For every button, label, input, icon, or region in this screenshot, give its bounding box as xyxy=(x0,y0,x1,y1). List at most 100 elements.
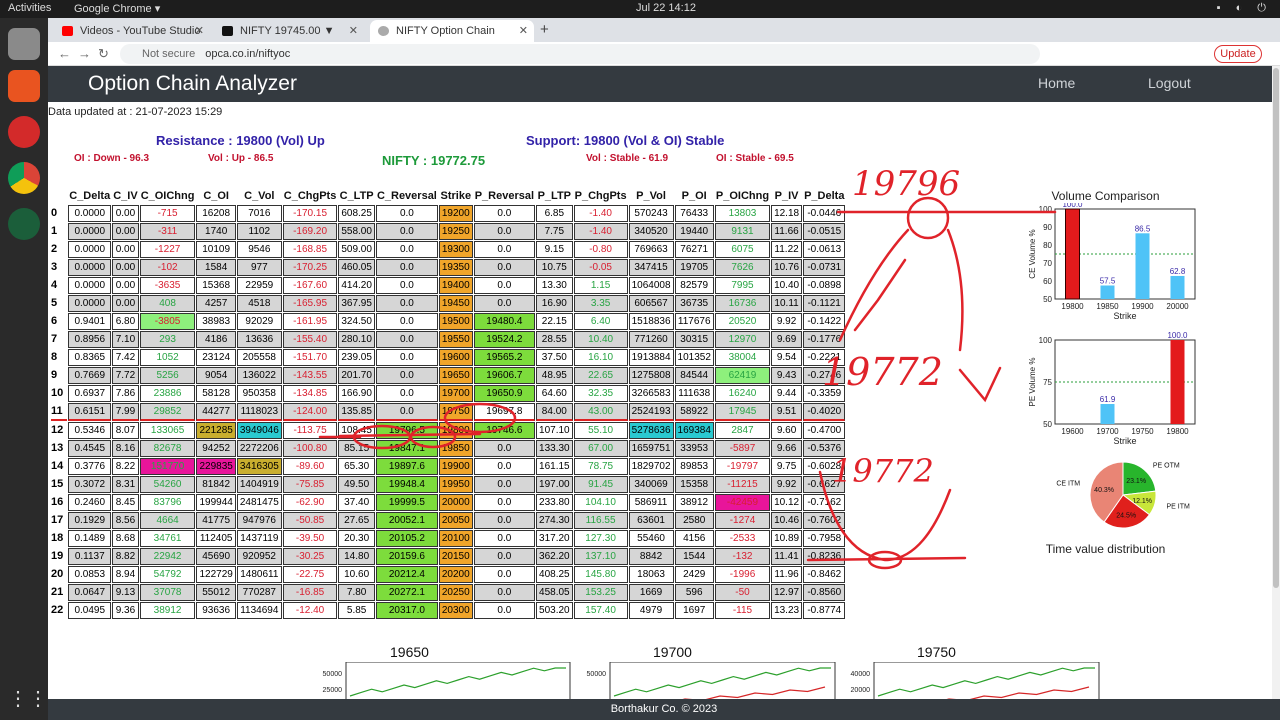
vivaldi-icon[interactable] xyxy=(8,116,40,148)
table-cell: -50.85 xyxy=(282,512,338,529)
table-row: 17 0.1929 8.56 4664 41775 947976 -50.85 27.65 20… xyxy=(51,512,846,529)
col-header[interactable]: P_OI xyxy=(675,188,714,204)
table-cell: 19948.4 xyxy=(375,476,438,493)
table-row: 15 0.3072 8.31 54260 81842 1404919 -75.85 49.50… xyxy=(51,476,846,493)
col-header[interactable]: P_LTP xyxy=(536,188,573,204)
forward-icon[interactable]: → xyxy=(78,46,91,61)
close-icon[interactable]: ✕ xyxy=(519,20,528,42)
col-header[interactable] xyxy=(51,188,67,204)
table-cell: 6075 xyxy=(714,241,771,258)
tab-tradingview[interactable]: NIFTY 19745.00 ▼ −1.17%✕ xyxy=(214,20,364,59)
files-icon[interactable] xyxy=(8,28,40,60)
x-tick-label: 19850 xyxy=(1096,302,1119,311)
not-secure-label[interactable]: Not secure xyxy=(142,48,195,60)
table-cell: 347415 xyxy=(628,259,674,276)
table-cell: -2533 xyxy=(714,530,771,547)
update-button[interactable]: Update xyxy=(1214,45,1262,63)
table-cell: -16.85 xyxy=(282,584,338,601)
col-header[interactable]: C_Vol xyxy=(237,188,282,204)
table-cell: 19796.5 xyxy=(375,422,438,439)
col-header[interactable]: C_Delta xyxy=(68,188,111,204)
table-cell: 151770 xyxy=(139,458,196,475)
table-cell: 19897.6 xyxy=(375,458,438,475)
resistance-text: Resistance : 19800 (Vol) Up xyxy=(156,133,325,148)
table-cell: 0.0853 xyxy=(68,566,112,583)
table-cell: 1829702 xyxy=(628,458,674,475)
table-cell: 28.55 xyxy=(536,331,573,348)
col-header[interactable]: C_LTP xyxy=(338,188,375,204)
table-cell: 16240 xyxy=(714,385,771,402)
col-header[interactable]: P_IV xyxy=(771,188,802,204)
new-tab-button[interactable]: + xyxy=(540,21,549,38)
table-cell: 4664 xyxy=(139,512,196,529)
table-cell: 20272.1 xyxy=(375,584,438,601)
col-header[interactable]: C_IV xyxy=(112,188,138,204)
clock[interactable]: Jul 22 14:12 xyxy=(636,2,696,14)
table-cell: 9.36 xyxy=(112,602,139,619)
tab-youtube[interactable]: Videos - YouTube Studio ✕ xyxy=(54,20,210,42)
mini-chart-frame xyxy=(345,662,571,702)
home-link[interactable]: Home xyxy=(1038,75,1075,91)
back-icon[interactable]: ← xyxy=(58,46,71,61)
col-header[interactable]: C_ChgPts xyxy=(283,188,338,204)
table-cell: 239.05 xyxy=(338,349,375,366)
table-cell: 83796 xyxy=(139,494,196,511)
software-icon[interactable] xyxy=(8,70,40,102)
app-grid-icon[interactable]: ⋮⋮ xyxy=(8,683,48,715)
app-menu[interactable]: Google Chrome ▾ xyxy=(74,2,160,15)
table-cell: -0.0898 xyxy=(803,277,846,294)
col-header[interactable]: P_Delta xyxy=(803,188,845,204)
col-header[interactable]: P_Reversal xyxy=(474,188,535,204)
table-cell: -0.80 xyxy=(573,241,628,258)
x-tick-label: 19600 xyxy=(1061,427,1084,436)
table-cell: 233.80 xyxy=(536,494,573,511)
table-cell: 112405 xyxy=(196,530,236,547)
col-header[interactable]: P_OIChng xyxy=(715,188,770,204)
table-cell: -0.3359 xyxy=(803,385,846,402)
table-cell: 58128 xyxy=(196,385,236,402)
table-cell: 19705 xyxy=(674,259,714,276)
col-header[interactable]: P_ChgPts xyxy=(574,188,628,204)
table-cell: 4257 xyxy=(196,295,236,312)
tab-option-chain[interactable]: NIFTY Option Chain ✕ xyxy=(370,20,534,42)
table-cell: 145.80 xyxy=(573,566,628,583)
table-cell: 16.10 xyxy=(573,349,628,366)
scrollbar[interactable] xyxy=(1272,66,1280,699)
table-cell: -0.1121 xyxy=(803,295,846,312)
close-icon[interactable]: ✕ xyxy=(195,20,204,42)
table-cell: -170.25 xyxy=(282,259,338,276)
system-tray[interactable]: ▪ ◐ ⏻ xyxy=(1217,2,1272,15)
y-tick-label: 75 xyxy=(1043,378,1052,387)
table-cell: -167.60 xyxy=(282,277,338,294)
col-header[interactable]: C_OIChng xyxy=(140,188,196,204)
scrollbar-thumb[interactable] xyxy=(1273,68,1279,588)
table-cell: 0.1137 xyxy=(68,548,112,565)
table-cell: 0.0 xyxy=(375,205,438,222)
table-row: 10 0.6937 7.86 23886 58128 950358 -134.85 166.9… xyxy=(51,385,846,402)
table-cell: 4979 xyxy=(628,602,674,619)
table-cell: 324.50 xyxy=(338,313,375,330)
chrome-icon[interactable] xyxy=(8,162,40,194)
table-cell: 22 xyxy=(51,604,64,616)
table-cell: 0.0 xyxy=(375,403,438,421)
close-icon[interactable]: ✕ xyxy=(349,20,358,42)
obs-icon[interactable] xyxy=(8,208,40,240)
table-cell: 199944 xyxy=(196,494,236,511)
activities-button[interactable]: Activities xyxy=(8,2,51,14)
col-header[interactable]: C_Reversal xyxy=(376,188,438,204)
col-header[interactable]: C_OI xyxy=(196,188,235,204)
col-header[interactable]: P_Vol xyxy=(629,188,674,204)
table-cell: 0.0 xyxy=(473,530,536,547)
reload-icon[interactable]: ↻ xyxy=(98,46,109,62)
table-cell: -0.4700 xyxy=(803,422,846,439)
logout-link[interactable]: Logout xyxy=(1148,75,1191,91)
table-cell: 44277 xyxy=(196,403,236,421)
col-header[interactable]: Strike xyxy=(439,188,473,204)
brand-title[interactable]: Option Chain Analyzer xyxy=(88,72,297,96)
table-cell: 13636 xyxy=(236,331,282,348)
table-cell: -19797 xyxy=(714,458,771,475)
table-cell: 10.76 xyxy=(771,259,803,276)
url-input[interactable]: Not secure opca.co.in/niftyoc xyxy=(120,44,1040,64)
table-cell: 82579 xyxy=(674,277,714,294)
table-cell: 0.3776 xyxy=(68,458,112,475)
